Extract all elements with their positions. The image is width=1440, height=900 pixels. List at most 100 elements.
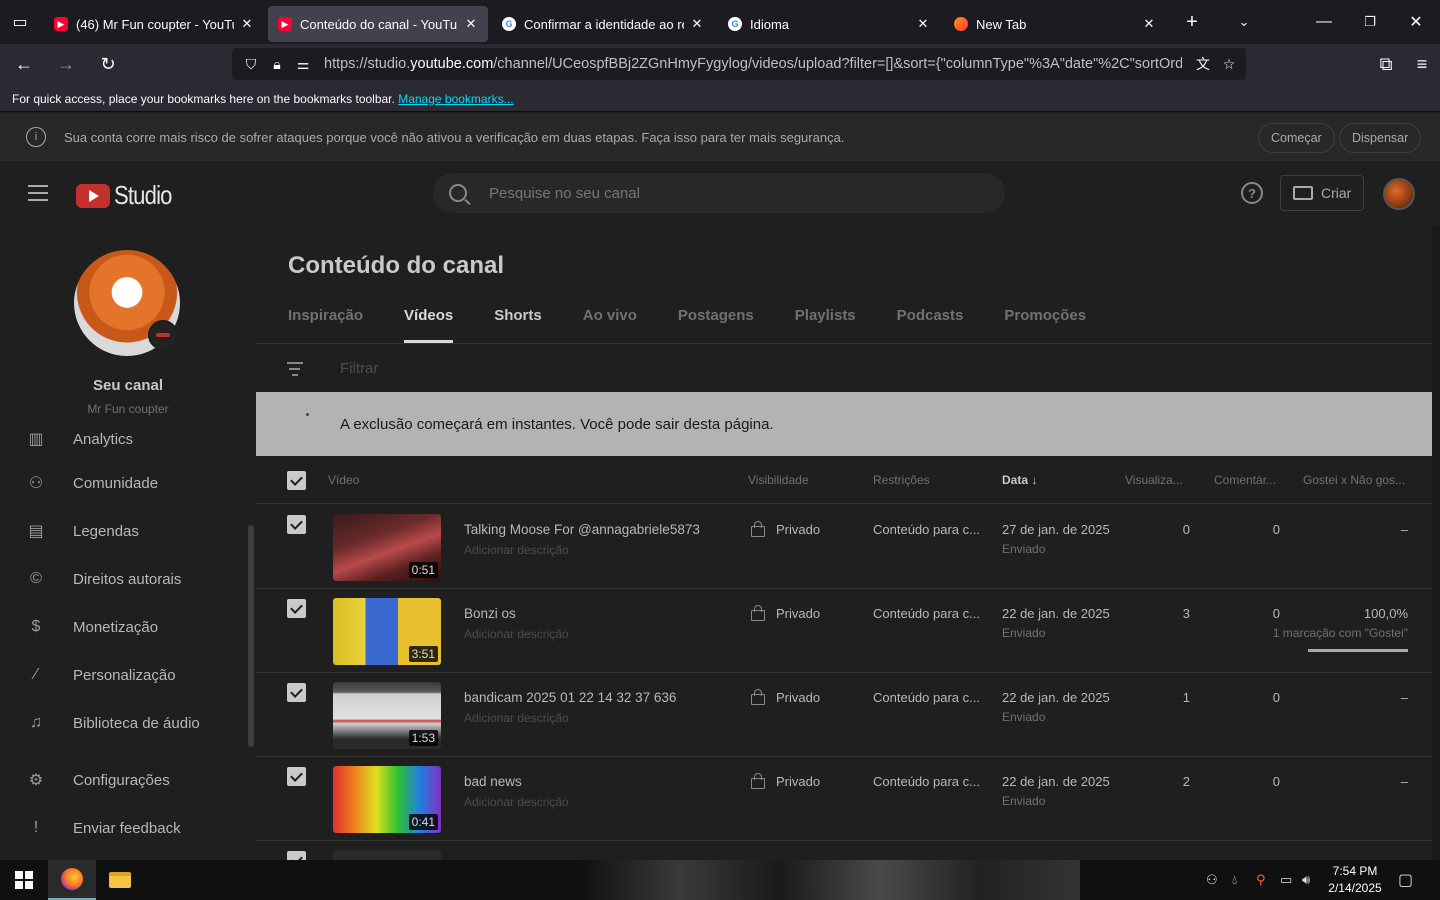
sidebar-item-monetization[interactable]: $ Monetização [0, 603, 246, 651]
table-row[interactable]: 0:51 Talking Moose For @annagabriele5873… [256, 505, 1432, 589]
select-all-checkbox[interactable] [287, 471, 306, 490]
account-avatar[interactable] [1383, 178, 1415, 210]
table-row[interactable]: 3:51 Bonzi os Adicionar descrição Privad… [256, 589, 1432, 673]
column-date[interactable]: Data ↓ [1002, 473, 1037, 487]
tab-posts[interactable]: Postagens [678, 307, 754, 343]
visibility-value[interactable]: Privado [776, 690, 820, 705]
tab-new-tab[interactable]: New Tab ✕ [944, 6, 1166, 42]
create-button[interactable]: Criar [1280, 175, 1364, 211]
tab-shorts[interactable]: Shorts [494, 307, 542, 343]
video-title[interactable]: Bonzi os [464, 606, 516, 621]
channel-avatar[interactable] [74, 250, 180, 356]
video-description[interactable]: Adicionar descrição [464, 795, 569, 809]
video-thumbnail[interactable]: 0:51 [333, 514, 441, 581]
file-explorer-icon[interactable] [96, 860, 144, 900]
sidebar-item-feedback[interactable]: ! Enviar feedback [0, 804, 246, 852]
tab-live[interactable]: Ao vivo [583, 307, 637, 343]
row-checkbox[interactable] [287, 851, 306, 860]
tab-playlists[interactable]: Playlists [795, 307, 856, 343]
hamburger-menu-icon[interactable] [28, 185, 48, 201]
video-description[interactable]: Adicionar descrição [464, 711, 569, 725]
people-icon[interactable]: ⚇ [1206, 872, 1218, 888]
visibility-value[interactable]: Privado [776, 774, 820, 789]
tab-podcasts[interactable]: Podcasts [897, 307, 964, 343]
close-icon[interactable]: ✕ [690, 16, 704, 32]
dismiss-button[interactable]: Dispensar [1339, 123, 1422, 153]
reload-icon[interactable]: ↻ [90, 48, 126, 80]
row-checkbox[interactable] [287, 767, 306, 786]
firefox-taskbar-icon[interactable] [48, 860, 96, 900]
tab-videos[interactable]: Vídeos [404, 307, 454, 343]
table-row[interactable]: 0:41 bad news Adicionar descrição Privad… [256, 757, 1432, 841]
network-icon[interactable]: ▭ [1280, 872, 1292, 888]
sidebar-item-subtitles[interactable]: ▤ Legendas [0, 507, 246, 555]
video-title[interactable]: Talking Moose For @annagabriele5873 [464, 522, 700, 537]
filter-input[interactable]: Filtrar [340, 360, 378, 377]
close-icon[interactable]: ✕ [1142, 16, 1156, 32]
tab-idioma[interactable]: G Idioma ✕ [718, 6, 940, 42]
sidebar-item-audio-library[interactable]: ♫ Biblioteca de áudio [0, 699, 246, 747]
help-icon[interactable]: ? [1241, 182, 1263, 204]
sidebar-scrollbar[interactable] [248, 525, 254, 747]
restore-icon[interactable]: ❐ [1350, 0, 1390, 44]
video-title[interactable]: bandicam 2025 01 22 14 32 37 636 [464, 690, 676, 705]
back-arrow-icon[interactable]: ← [6, 48, 42, 80]
main-scrollbar[interactable] [1432, 225, 1440, 860]
minimize-icon[interactable]: — [1304, 0, 1344, 44]
drop-icon[interactable]: 💧︎ [1232, 872, 1237, 888]
sidebar-item-community[interactable]: ⚇ Comunidade [0, 459, 246, 507]
windows-start-icon[interactable] [0, 860, 48, 900]
address-bar[interactable]: ⛉ 🔒︎ ⚌ https://studio.youtube.com/channe… [232, 48, 1246, 80]
video-thumbnail[interactable] [333, 850, 441, 860]
taskbar-clock[interactable]: 7:54 PM 2/14/2025 [1320, 863, 1390, 897]
close-icon[interactable]: ✕ [240, 16, 254, 32]
tab-youtube[interactable]: ▶ (46) Mr Fun coupter - YouTube ✕ [44, 6, 264, 42]
table-row[interactable] [256, 841, 1432, 860]
start-button[interactable]: Começar [1258, 123, 1335, 153]
table-row[interactable]: 1:53 bandicam 2025 01 22 14 32 37 636 Ad… [256, 673, 1432, 757]
tab-confirm-identity[interactable]: G Confirmar a identidade ao realiz ✕ [492, 6, 714, 42]
tab-promotions[interactable]: Promoções [1004, 307, 1086, 343]
tab-studio[interactable]: ▶ Conteúdo do canal - YouTube S ✕ [268, 6, 488, 42]
search-box[interactable] [433, 173, 1005, 213]
studio-logo[interactable]: Studio [76, 180, 182, 211]
firefox-view-icon[interactable]: ▭ [0, 0, 40, 44]
visibility-value[interactable]: Privado [776, 522, 820, 537]
close-icon[interactable]: ✕ [916, 16, 930, 32]
notifications-icon[interactable]: ▢ [1398, 870, 1413, 890]
extensions-icon[interactable]: ⧉ [1368, 48, 1404, 80]
manage-bookmarks-link[interactable]: Manage bookmarks... [398, 92, 513, 106]
video-description[interactable]: Adicionar descrição [464, 627, 569, 641]
video-thumbnail[interactable]: 3:51 [333, 598, 441, 665]
window-close-icon[interactable]: ✕ [1396, 0, 1436, 44]
close-icon[interactable]: ✕ [464, 16, 478, 32]
sidebar-item-settings[interactable]: ⚙ Configurações [0, 756, 246, 804]
menu-icon[interactable]: ≡ [1404, 48, 1440, 80]
search-tray-icon[interactable]: ⚲ [1256, 872, 1266, 888]
url-text[interactable]: https://studio.youtube.com/channel/UCeos… [324, 56, 1182, 72]
search-input[interactable] [489, 184, 969, 202]
sidebar-item-analytics[interactable]: ▥ Analytics [0, 427, 246, 463]
tab-list-chevron-icon[interactable]: ⌄ [1224, 0, 1264, 44]
filter-icon[interactable] [287, 362, 303, 376]
bookmark-star-icon[interactable]: ☆ [1216, 56, 1242, 73]
row-checkbox[interactable] [287, 599, 306, 618]
video-thumbnail[interactable]: 1:53 [333, 682, 441, 749]
new-tab-icon[interactable]: + [1172, 0, 1212, 44]
permissions-icon[interactable]: ⚌ [290, 56, 316, 73]
sidebar-item-customization[interactable]: ⁄ Personalização [0, 651, 246, 699]
forward-arrow-icon[interactable]: → [48, 48, 84, 80]
tab-inspiration[interactable]: Inspiração [288, 307, 363, 343]
video-description[interactable]: Adicionar descrição [464, 543, 569, 557]
volume-icon[interactable]: 🔊︎ [1302, 872, 1310, 888]
tracking-shield-icon[interactable]: ⛉ [238, 56, 264, 73]
video-title[interactable]: bad news [464, 774, 522, 789]
visibility-value[interactable]: Privado [776, 606, 820, 621]
translate-icon[interactable]: 文 [1190, 54, 1216, 74]
row-checkbox[interactable] [287, 515, 306, 534]
lock-icon[interactable]: 🔒︎ [264, 56, 290, 73]
video-thumbnail[interactable]: 0:41 [333, 766, 441, 833]
search-icon[interactable] [449, 184, 467, 202]
row-checkbox[interactable] [287, 683, 306, 702]
sidebar-item-copyright[interactable]: © Direitos autorais [0, 555, 246, 603]
